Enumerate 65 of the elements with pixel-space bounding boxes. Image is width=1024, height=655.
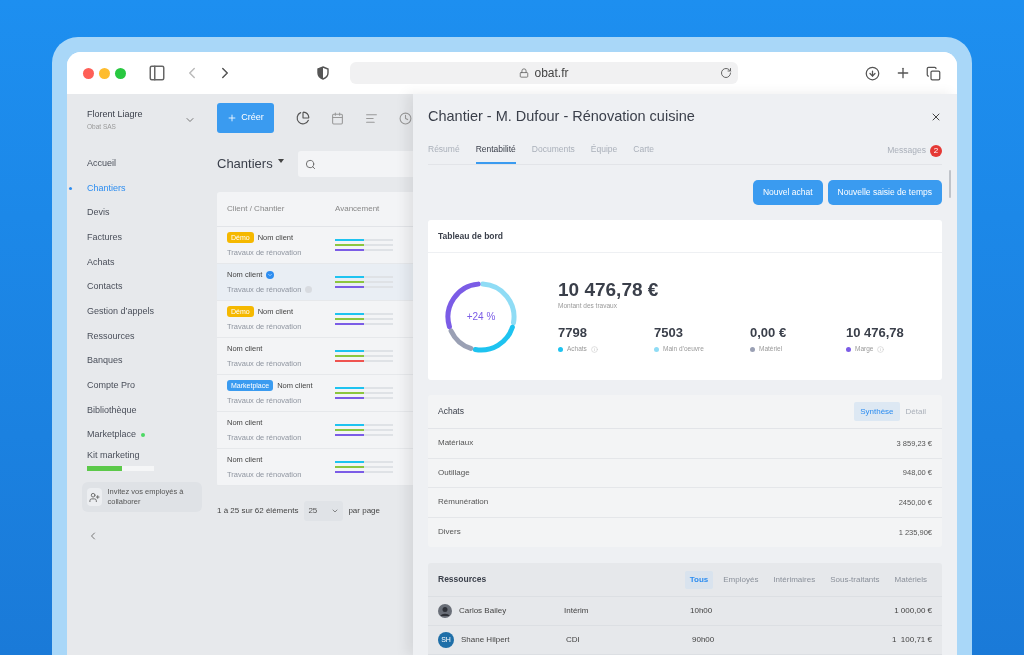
stat-value: 10 476,78 bbox=[846, 323, 905, 342]
nav-item[interactable]: Bibliothèque bbox=[87, 403, 137, 418]
column-header: Avancement bbox=[335, 203, 380, 215]
nav-item[interactable]: Devis bbox=[87, 206, 110, 220]
nav-item[interactable]: Achats bbox=[87, 255, 115, 270]
card-title: Achats bbox=[438, 405, 465, 418]
address-bar[interactable]: obat.fr bbox=[350, 62, 738, 84]
page-size-select[interactable]: 25 bbox=[304, 501, 344, 521]
plus-icon bbox=[227, 113, 238, 123]
nav-item[interactable]: Compte Pro bbox=[87, 379, 136, 393]
add-user-icon bbox=[88, 491, 100, 503]
stat-value: 7798 bbox=[558, 323, 588, 342]
search-field[interactable] bbox=[297, 151, 413, 177]
active-indicator bbox=[69, 186, 72, 190]
resource-name: Carlos Bailey bbox=[459, 605, 508, 617]
nav-item[interactable]: Marketplace bbox=[87, 428, 137, 442]
scrollbar[interactable] bbox=[949, 170, 951, 198]
tab[interactable]: Rentabilité bbox=[475, 137, 516, 165]
shield-icon[interactable] bbox=[317, 66, 329, 80]
category-label: Rémunération bbox=[438, 496, 490, 509]
avatar-icon bbox=[438, 604, 452, 618]
total-amount: 10 476,78 € bbox=[558, 279, 660, 302]
clock-icon[interactable] bbox=[399, 111, 412, 125]
chevron-icon bbox=[331, 507, 340, 515]
column-header: Client / Chantier bbox=[227, 203, 286, 215]
nav-item[interactable]: Contacts bbox=[87, 280, 123, 294]
card-title: Ressources bbox=[438, 573, 488, 586]
list-title: Chantiers bbox=[217, 155, 273, 174]
stat-value: 0,00 € bbox=[750, 323, 788, 342]
new-tab-icon[interactable] bbox=[895, 65, 911, 81]
count-badge: 2 bbox=[930, 144, 942, 157]
lock-icon bbox=[519, 68, 530, 78]
calendar-icon[interactable] bbox=[331, 111, 344, 125]
dropdown-icon[interactable] bbox=[277, 159, 284, 163]
category-label: Outillage bbox=[438, 466, 471, 479]
nav-item[interactable]: Factures bbox=[87, 230, 122, 245]
reload-icon[interactable] bbox=[720, 67, 732, 79]
category-label: Matériaux bbox=[438, 437, 475, 450]
pie-chart-icon[interactable] bbox=[296, 111, 310, 125]
contract-type: Intérim bbox=[564, 605, 590, 617]
download-icon[interactable] bbox=[865, 65, 880, 81]
bars-icon[interactable] bbox=[365, 111, 378, 125]
hours-value: 10h00 bbox=[690, 605, 714, 617]
page-size-label: par page bbox=[348, 505, 380, 517]
tabs-icon[interactable] bbox=[926, 65, 941, 81]
expand-icon[interactable] bbox=[266, 270, 275, 279]
hours-value: 90h00 bbox=[692, 634, 716, 646]
user-name: Florent Liagre bbox=[87, 108, 144, 121]
margin-percent: +24 % bbox=[466, 310, 496, 323]
contract-type: CDI bbox=[566, 634, 581, 646]
nav-item[interactable]: Kit marketing bbox=[87, 448, 140, 463]
nav-item[interactable]: Gestion d’appels bbox=[87, 304, 155, 319]
search-icon bbox=[304, 158, 316, 170]
nav-item[interactable]: Ressources bbox=[87, 329, 135, 344]
resource-name: Shane Hilpert bbox=[461, 634, 511, 646]
pagination-summary: 1 à 25 sur 62 éléments bbox=[217, 505, 299, 517]
stat-value: 7503 bbox=[654, 323, 684, 342]
sidebar-icon[interactable] bbox=[148, 64, 166, 82]
amount-value: 1 100,71 € bbox=[891, 634, 932, 646]
category-label: Divers bbox=[438, 526, 462, 539]
panel-title: Chantier - M. Dufour - Rénovation cuisine bbox=[428, 106, 696, 126]
nav-item[interactable]: Banques bbox=[87, 354, 123, 368]
amount-value: 1 000,00 € bbox=[894, 605, 932, 617]
card-title: Tableau de bord bbox=[438, 229, 504, 243]
nav-item[interactable]: Accueil bbox=[87, 156, 116, 171]
